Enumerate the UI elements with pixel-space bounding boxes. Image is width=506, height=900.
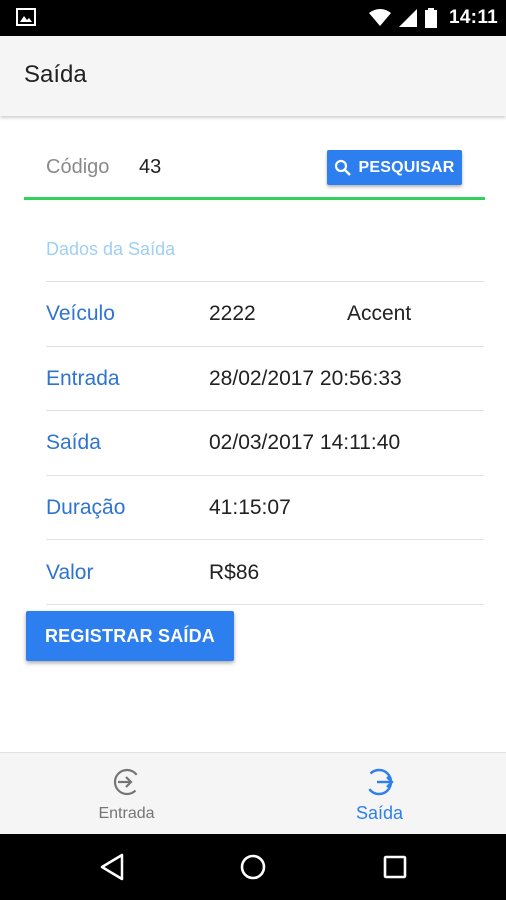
- register-exit-button[interactable]: REGISTRAR SAÍDA: [26, 611, 234, 661]
- wifi-icon: [368, 9, 391, 26]
- nav-item-saida[interactable]: Saída: [253, 753, 506, 835]
- bottom-nav: Entrada Saída: [0, 752, 506, 834]
- divider: [46, 539, 484, 540]
- divider: [46, 281, 484, 282]
- back-icon[interactable]: [98, 852, 128, 882]
- vehicle-model: Accent: [347, 302, 412, 325]
- app-bar: Saída: [0, 36, 506, 116]
- code-input[interactable]: 43: [139, 156, 161, 179]
- nav-label-saida: Saída: [355, 803, 404, 823]
- divider: [46, 410, 484, 411]
- search-button-label: PESQUISAR: [358, 158, 455, 176]
- entry-label: Entrada: [46, 367, 120, 390]
- divider: [46, 346, 484, 347]
- search-button[interactable]: PESQUISAR: [327, 150, 462, 185]
- nav-item-entrada[interactable]: Entrada: [0, 753, 253, 835]
- status-time: 14:11: [448, 7, 498, 28]
- entry-datetime: 28/02/2017 20:56:33: [209, 367, 402, 390]
- exit-label: Saída: [46, 431, 101, 454]
- home-icon[interactable]: [238, 852, 268, 882]
- duration-value: 41:15:07: [209, 496, 291, 519]
- recents-icon[interactable]: [380, 852, 410, 882]
- login-icon: [113, 768, 140, 796]
- status-bar: 14:11: [0, 0, 506, 36]
- page-title: Saída: [24, 61, 87, 88]
- exit-datetime: 02/03/2017 14:11:40: [209, 431, 401, 454]
- battery-icon: [424, 8, 437, 28]
- section-title: Dados da Saída: [46, 239, 176, 259]
- price-label: Valor: [46, 561, 94, 584]
- nav-label-entrada: Entrada: [98, 805, 155, 822]
- logout-icon: [365, 768, 394, 796]
- price-value: R$86: [209, 561, 260, 584]
- code-label: Código: [46, 156, 110, 178]
- signal-icon: [398, 9, 417, 27]
- code-search-field: Código 43 PESQUISAR: [24, 140, 485, 200]
- duration-label: Duração: [46, 496, 126, 519]
- divider: [46, 604, 484, 605]
- system-nav-bar: [0, 834, 506, 900]
- image-notification-icon: [16, 8, 36, 26]
- search-icon: [335, 159, 352, 176]
- vehicle-label: Veículo: [46, 302, 115, 325]
- vehicle-plate: 2222: [209, 302, 256, 325]
- divider: [46, 475, 484, 476]
